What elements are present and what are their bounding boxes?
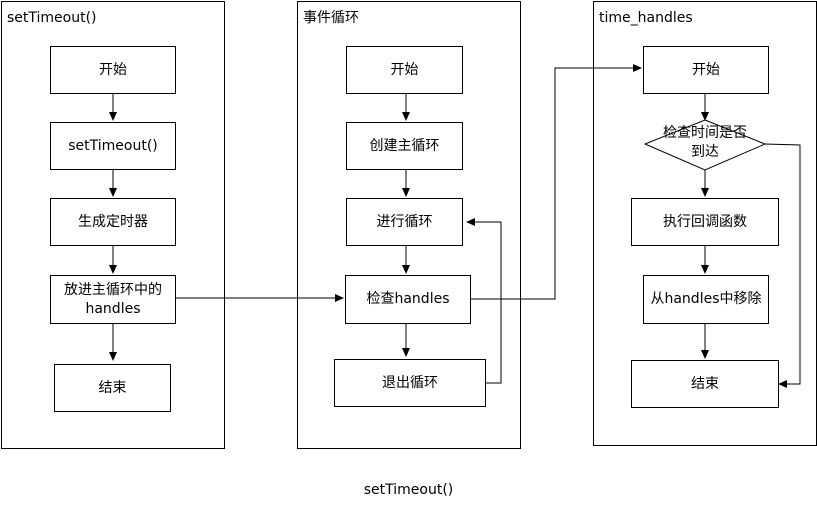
node-remove-from-handles: 从handles中移除: [643, 275, 769, 324]
decision-check-time-label: 检查时间是否到达: [663, 125, 747, 160]
node-settimeout-start: 开始: [50, 46, 176, 94]
diagram-caption: setTimeout(): [363, 482, 454, 498]
node-create-main-loop: 创建主循环: [346, 122, 463, 170]
node-create-timer: 生成定时器: [50, 198, 176, 246]
node-run-callback: 执行回调函数: [631, 198, 779, 246]
node-check-handles: 检查handles: [345, 275, 471, 324]
node-run-loop: 进行循环: [346, 198, 463, 246]
node-time-start: 开始: [643, 46, 769, 94]
node-exit-loop: 退出循环: [334, 359, 486, 407]
node-put-into-handles: 放进主循环中的handles: [50, 275, 176, 324]
node-time-end: 结束: [631, 360, 779, 408]
node-settimeout-end: 结束: [54, 364, 171, 412]
node-settimeout-call: setTimeout(): [50, 122, 176, 170]
node-loop-start: 开始: [346, 46, 463, 94]
edge-check-no-to-end: [764, 143, 801, 388]
edge-check-to-time-start: [471, 64, 642, 300]
